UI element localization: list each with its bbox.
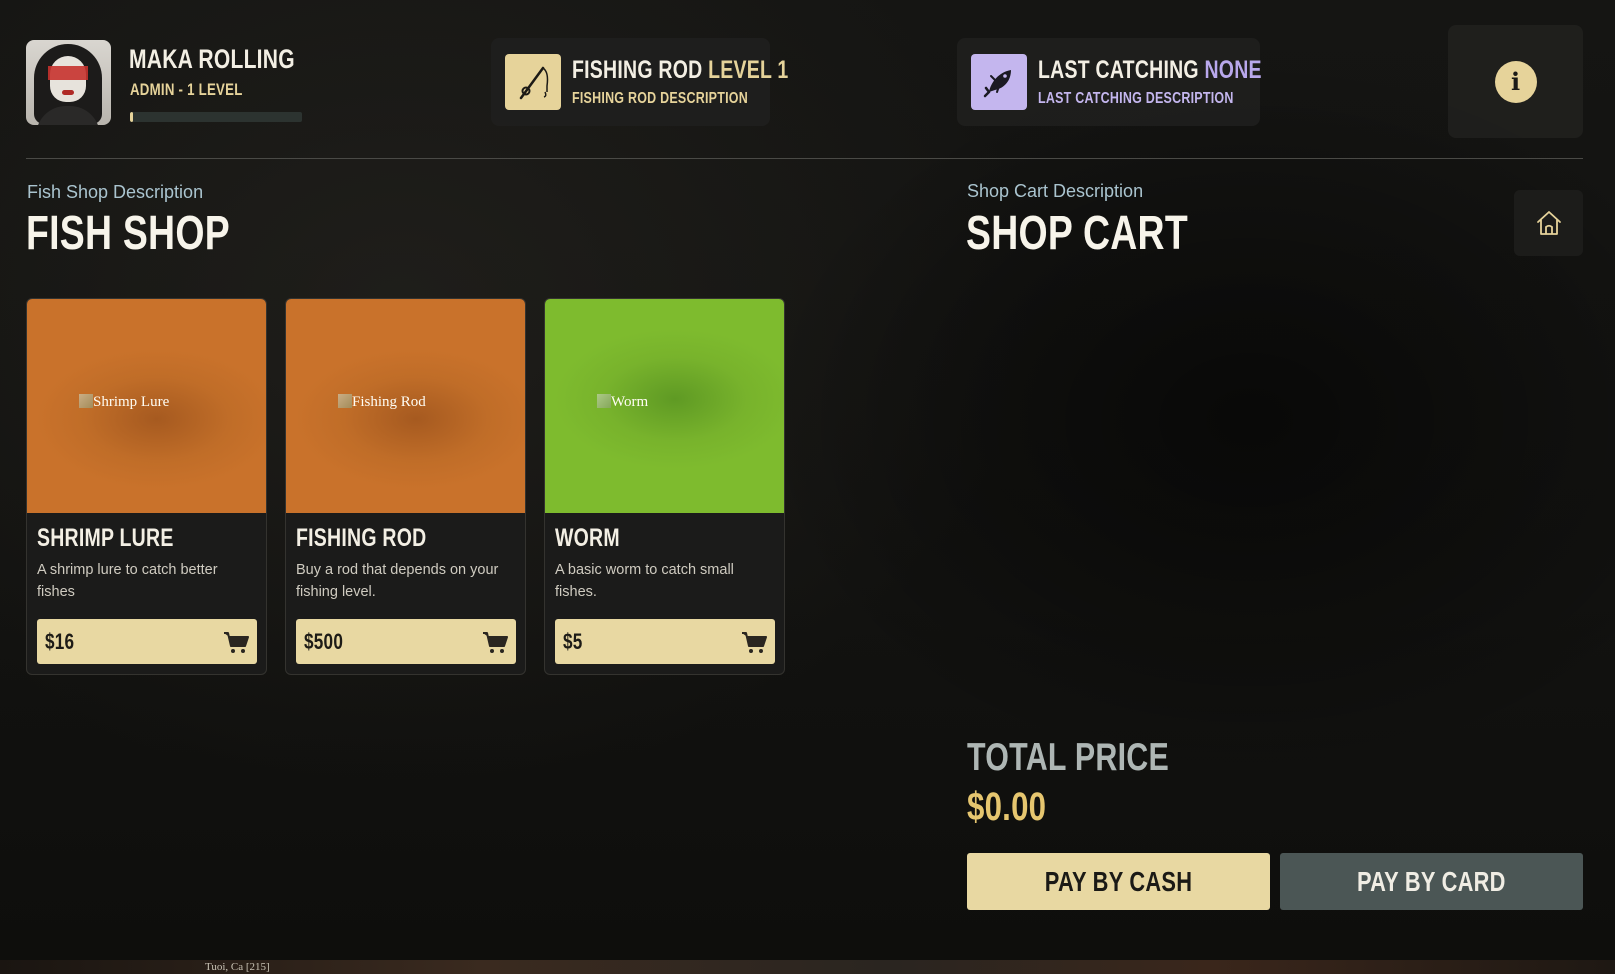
shop-description: Fish Shop Description — [27, 182, 204, 202]
fishing-rod-level: LEVEL 1 — [708, 56, 789, 84]
cart-icon — [742, 632, 767, 653]
last-catching-title: LAST CATCHING NONE — [1038, 56, 1262, 84]
game-background-strip: Tuoi, Ca [215] — [0, 960, 1615, 974]
fishing-rod-icon — [505, 54, 561, 110]
header-divider — [26, 158, 1583, 159]
info-button[interactable]: i — [1448, 25, 1583, 138]
background-text: Tuoi, Ca [215] — [205, 961, 270, 973]
pay-by-card-button[interactable]: PAY BY CARD — [1280, 853, 1583, 910]
pay-by-cash-label: PAY BY CASH — [1044, 865, 1193, 897]
last-catching-status-card: LAST CATCHING NONE LAST CATCHING DESCRIP… — [957, 38, 1262, 126]
player-role-level: ADMIN - 1 LEVEL — [130, 80, 243, 99]
fish-icon — [971, 54, 1027, 110]
fishing-shop-screen: MAKA ROLLING ADMIN - 1 LEVEL FISHING ROD… — [0, 0, 1615, 974]
add-to-cart-button[interactable]: $5 — [555, 619, 775, 664]
item-name: FISHING ROD — [296, 524, 427, 552]
item-name: SHRIMP LURE — [37, 524, 174, 552]
xp-progress-bar — [130, 112, 302, 122]
item-price: $5 — [563, 629, 583, 654]
pay-by-cash-button[interactable]: PAY BY CASH — [967, 853, 1270, 910]
player-name: MAKA ROLLING — [129, 44, 295, 74]
item-name: WORM — [555, 524, 620, 552]
home-button[interactable] — [1514, 190, 1583, 256]
cart-description: Shop Cart Description — [967, 181, 1144, 201]
total-price-value: $0.00 — [967, 785, 1047, 829]
shop-item-worm[interactable]: Worm WORM A basic worm to catch small fi… — [544, 298, 785, 675]
shop-title: FISH SHOP — [26, 207, 230, 260]
fishing-rod-title: FISHING ROD LEVEL 1 — [572, 56, 789, 84]
item-description: A shrimp lure to catch better fishes — [37, 562, 218, 600]
item-price: $500 — [304, 629, 344, 654]
fishing-rod-description: FISHING ROD DESCRIPTION — [572, 90, 748, 107]
item-image: Shrimp Lure — [27, 299, 266, 513]
info-icon: i — [1494, 60, 1537, 103]
item-description: A basic worm to catch small fishes. — [555, 562, 734, 600]
add-to-cart-button[interactable]: $500 — [296, 619, 516, 664]
item-image: Fishing Rod — [286, 299, 525, 513]
player-avatar — [26, 40, 111, 125]
shop-item-fishing-rod[interactable]: Fishing Rod FISHING ROD Buy a rod that d… — [285, 298, 526, 675]
pay-by-card-label: PAY BY CARD — [1357, 865, 1506, 897]
item-image: Worm — [545, 299, 784, 513]
shop-item-shrimp-lure[interactable]: Shrimp Lure SHRIMP LURE A shrimp lure to… — [26, 298, 267, 675]
add-to-cart-button[interactable]: $16 — [37, 619, 257, 664]
item-description: Buy a rod that depends on your fishing l… — [296, 562, 499, 600]
cart-title: SHOP CART — [966, 207, 1188, 260]
total-price-label: TOTAL PRICE — [967, 736, 1170, 779]
cart-icon — [224, 632, 249, 653]
last-catching-description: LAST CATCHING DESCRIPTION — [1038, 90, 1234, 107]
xp-progress-fill — [130, 112, 134, 122]
cart-icon — [483, 632, 508, 653]
item-price: $16 — [45, 629, 75, 654]
home-icon — [1536, 211, 1561, 235]
last-catching-value: NONE — [1204, 56, 1262, 84]
fishing-rod-status-card: FISHING ROD LEVEL 1 FISHING ROD DESCRIPT… — [491, 38, 788, 126]
